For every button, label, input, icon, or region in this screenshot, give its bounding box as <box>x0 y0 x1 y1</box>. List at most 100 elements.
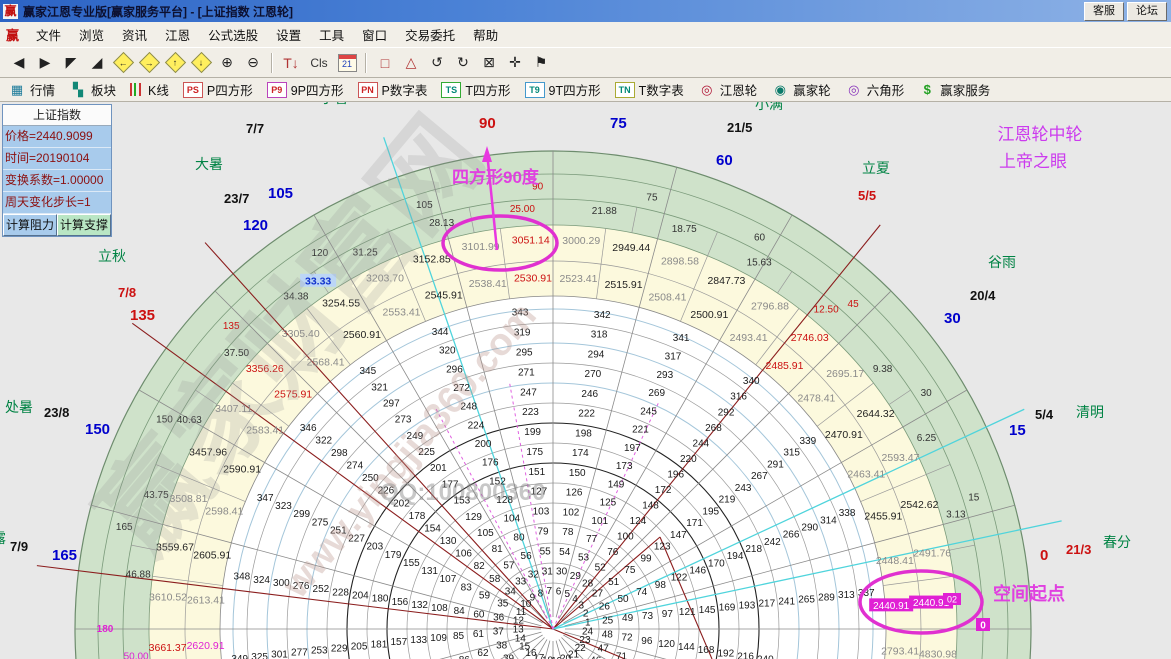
cursor-up-button[interactable]: ◤ <box>59 52 83 74</box>
spiral-number: 277 <box>291 648 308 659</box>
gann-wheel-icon: ◎ <box>698 83 716 97</box>
menu-item-公式选股[interactable]: 公式选股 <box>199 23 267 46</box>
nav-forward-button[interactable]: ▶ <box>33 52 57 74</box>
calc-support-button[interactable]: 计算支撑 <box>57 214 111 236</box>
pan-down-button[interactable]: ↓ <box>189 52 213 74</box>
tool-p-table[interactable]: PNP数字表 <box>358 80 428 99</box>
calendar-button[interactable]: 21 <box>335 52 359 74</box>
price-outer-label: 2542.62 <box>900 499 938 511</box>
pan-up-button[interactable]: ↑ <box>163 52 187 74</box>
calendar-icon: 21 <box>338 54 357 72</box>
spiral-number: 320 <box>439 346 456 357</box>
spiral-number: 61 <box>473 629 485 640</box>
menu-item-江恩[interactable]: 江恩 <box>156 23 199 46</box>
tool-quotes[interactable]: ▦行情 <box>8 80 55 99</box>
percent-label: 25.00 <box>510 204 535 215</box>
zoom-in-button[interactable]: ⊕ <box>215 52 239 74</box>
calc-resistance-button[interactable]: 计算阻力 <box>3 214 57 236</box>
nav-back-button[interactable]: ◀ <box>7 52 31 74</box>
cls-button[interactable]: Cls <box>305 52 333 74</box>
flag-tool-button[interactable]: ⚑ <box>529 52 553 74</box>
triangle-tool-button[interactable]: △ <box>399 52 423 74</box>
price-inner-label: 2485.91 <box>766 360 804 372</box>
spiral-number: 76 <box>607 547 619 558</box>
t-updown-button[interactable]: T↓ <box>279 52 303 74</box>
spiral-number: 200 <box>475 439 492 450</box>
tool-gann-wheel[interactable]: ◎江恩轮 <box>698 80 758 99</box>
spiral-number: 78 <box>562 527 574 538</box>
spiral-number: 253 <box>311 646 328 657</box>
tool-9t-square[interactable]: T99T四方形 <box>525 80 601 99</box>
rotate-ccw-button[interactable]: ↺ <box>425 52 449 74</box>
spiral-number: 100 <box>617 532 634 543</box>
winner-service-label: 赢家服务 <box>940 80 990 99</box>
spiral-number: 55 <box>540 546 552 557</box>
outer-angle-label: 90 <box>479 115 496 132</box>
p-square-label: P四方形 <box>207 80 253 99</box>
zoom-out-button[interactable]: ⊖ <box>241 52 265 74</box>
menu-item-资讯[interactable]: 资讯 <box>113 23 156 46</box>
price-outer-label: 2644.32 <box>857 408 895 420</box>
spiral-number: 30 <box>556 567 568 578</box>
spiral-number: 322 <box>315 435 332 446</box>
spiral-number: 199 <box>524 427 541 438</box>
menu-item-帮助[interactable]: 帮助 <box>464 23 507 46</box>
tool-9p-square[interactable]: P99P四方形 <box>267 80 344 99</box>
tool-sectors[interactable]: ▚板块 <box>69 80 116 99</box>
spiral-number: 7 <box>547 586 553 597</box>
menu-bar-items: 文件浏览资讯江恩公式选股设置工具窗口交易委托帮助 <box>27 23 507 46</box>
price-inner-label: 2793.41 <box>881 645 919 657</box>
toolbar-separator <box>271 53 273 73</box>
forum-button[interactable]: 论坛 <box>1127 2 1167 21</box>
menu-item-浏览[interactable]: 浏览 <box>70 23 113 46</box>
menu-item-工具[interactable]: 工具 <box>310 23 353 46</box>
spiral-number: 240 <box>757 655 774 659</box>
index-name: 上证指数 <box>3 105 111 126</box>
tool-winner-service[interactable]: $赢家服务 <box>918 80 990 99</box>
spiral-number: 294 <box>588 349 605 360</box>
tool-kline[interactable]: K线 <box>130 80 169 99</box>
pan-left-button[interactable]: ← <box>111 52 135 74</box>
spiral-number: 149 <box>608 479 625 490</box>
solar-term-label: 立秋 <box>98 248 126 264</box>
tool-t-table[interactable]: TNT数字表 <box>615 80 684 99</box>
price-outer-label: 2746.03 <box>791 332 829 344</box>
menu-item-窗口[interactable]: 窗口 <box>353 23 396 46</box>
square-tool-button[interactable]: □ <box>373 52 397 74</box>
menu-item-设置[interactable]: 设置 <box>267 23 310 46</box>
menu-logo-icon: 赢 <box>6 25 19 44</box>
tool-p-square[interactable]: PSP四方形 <box>183 80 253 99</box>
outer-angle-label: 60 <box>716 152 733 169</box>
solar-term-label: 春分 <box>1103 534 1131 550</box>
tool-t-square[interactable]: TST四方形 <box>441 80 510 99</box>
pan-right-button[interactable]: → <box>137 52 161 74</box>
9p-square-icon: P9 <box>267 82 287 98</box>
tool-winner-wheel[interactable]: ◉赢家轮 <box>771 80 831 99</box>
spiral-number: 342 <box>594 310 611 321</box>
spiral-number: 325 <box>251 652 268 659</box>
spiral-number: 268 <box>705 423 722 434</box>
tool-hexagon[interactable]: ◎六角形 <box>845 80 905 99</box>
customer-service-button[interactable]: 客服 <box>1084 2 1124 21</box>
gann-toolbar: ▦行情 ▚板块 K线 PSP四方形 P99P四方形 PNP数字表 TST四方形 T99T四方形… <box>0 78 1171 102</box>
9t-square-icon: T9 <box>525 82 545 98</box>
quotes-icon: ▦ <box>8 83 26 97</box>
box-x-tool-button[interactable]: ⊠ <box>477 52 501 74</box>
rotate-cw-button[interactable]: ↻ <box>451 52 475 74</box>
price-outer-label: 2593.47 <box>882 452 920 464</box>
index-field-0: 价格=2440.9099 <box>3 126 111 148</box>
spiral-number: 151 <box>528 467 545 478</box>
spiral-number: 315 <box>783 448 800 459</box>
index-fields: 价格=2440.9099时间=20190104变换系数=1.00000周天变化步… <box>3 126 111 214</box>
date-label: 5/4 <box>1035 407 1054 422</box>
price-inner-label: 2530.91 <box>514 273 552 285</box>
spiral-number: 108 <box>431 603 448 614</box>
spiral-number: 54 <box>559 547 571 558</box>
crosshair-tool-button[interactable]: ✛ <box>503 52 527 74</box>
price-outer-label: 2796.88 <box>751 301 789 313</box>
spiral-number: 218 <box>745 544 762 555</box>
cursor-down-button[interactable]: ◢ <box>85 52 109 74</box>
date-label: 23/7 <box>224 191 249 206</box>
menu-item-交易委托[interactable]: 交易委托 <box>396 23 464 46</box>
menu-item-文件[interactable]: 文件 <box>27 23 70 46</box>
